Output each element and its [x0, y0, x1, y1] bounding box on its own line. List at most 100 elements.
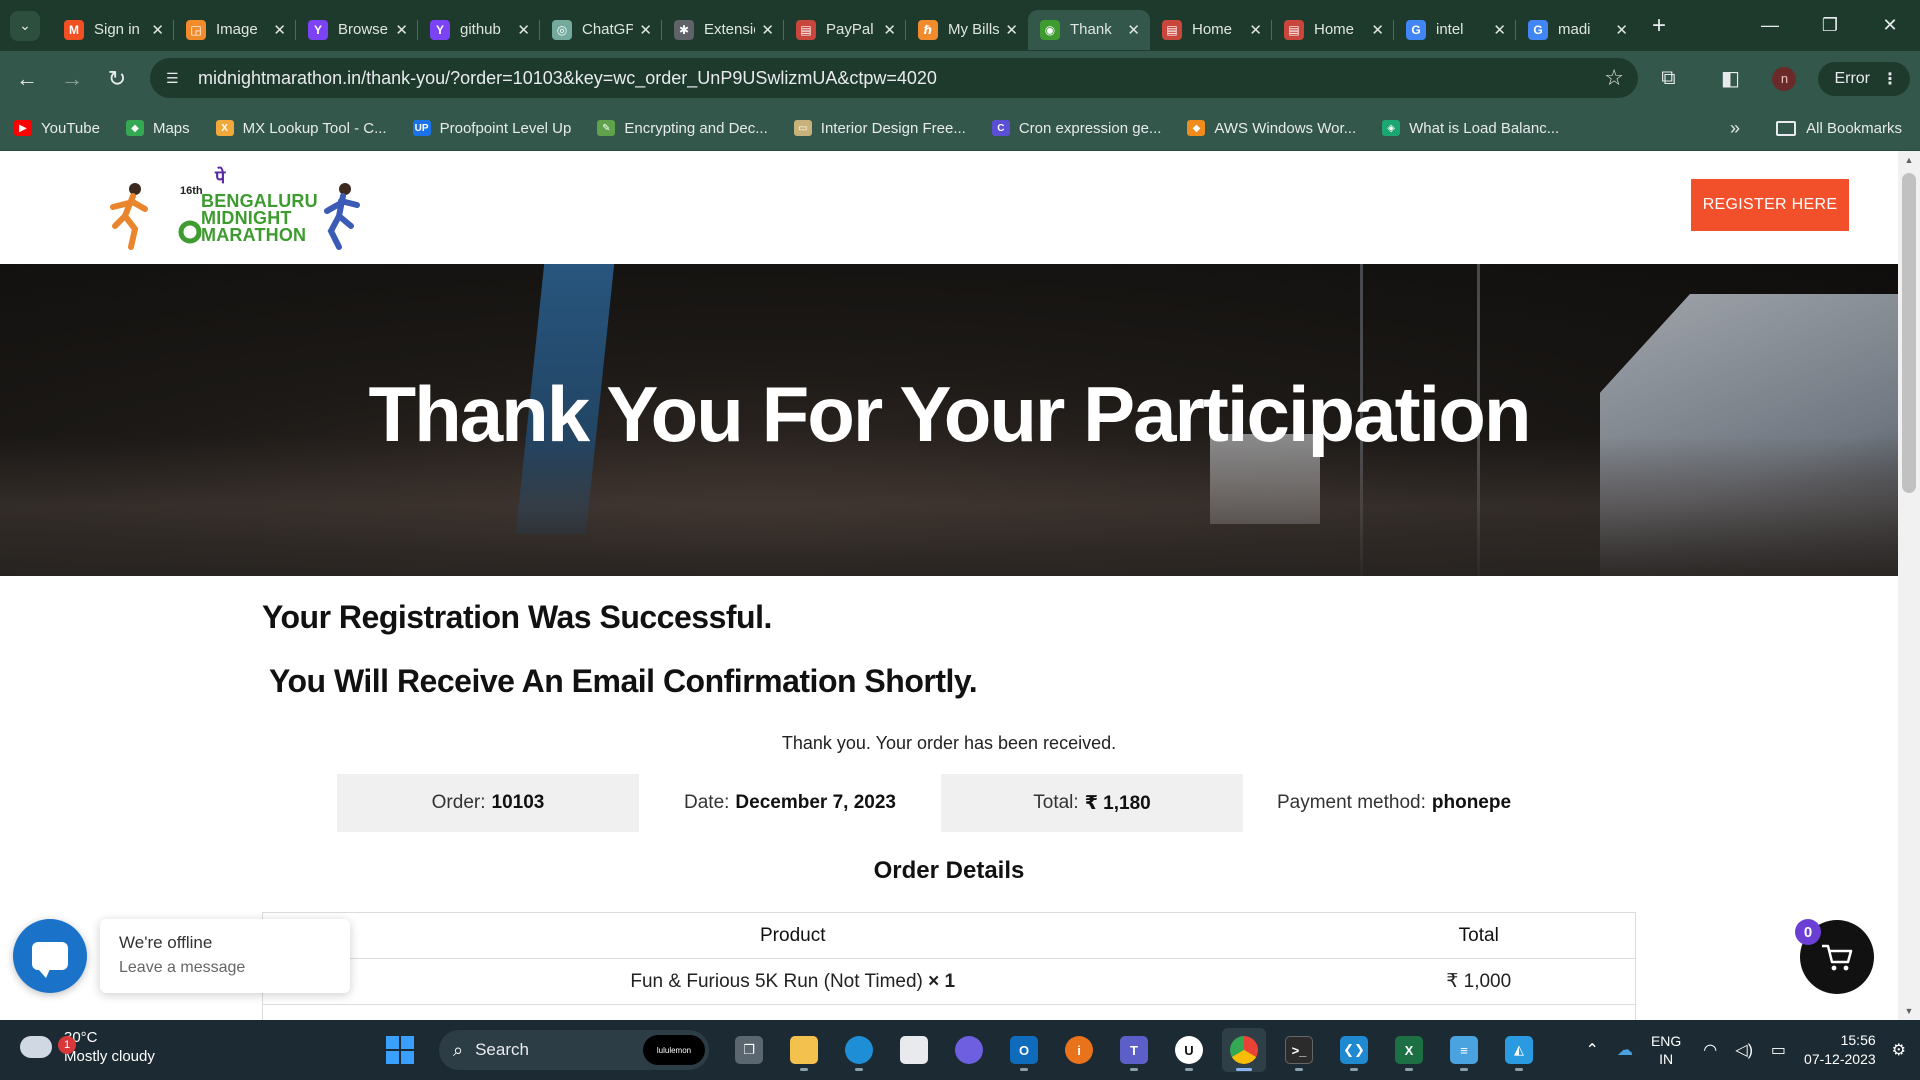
chat-offline-card[interactable]: We're offline Leave a message — [100, 919, 350, 993]
tab-close-icon[interactable]: ✕ — [883, 21, 896, 39]
bookmark-item[interactable]: X MX Lookup Tool - C... — [215, 120, 387, 137]
all-bookmarks-button[interactable]: All Bookmarks — [1776, 120, 1902, 137]
browser-tab[interactable]: Gintel ✕ — [1393, 10, 1516, 50]
tab-title: Home — [1314, 21, 1355, 38]
taskbar-search[interactable]: ⌕ Search lululemon — [439, 1030, 709, 1070]
excel-button[interactable]: X — [1387, 1028, 1431, 1072]
order-total-cell: Total: ₹ 1,180 — [941, 774, 1243, 832]
tab-search-chevron-icon[interactable]: ⌄ — [10, 10, 40, 41]
taskbar-apps: ⌕ Search lululemon ❐ O i T U >_ ❮❯ X ≡ ◭ — [378, 1020, 1552, 1080]
new-tab-plus-icon[interactable]: + — [1652, 12, 1666, 40]
notepad-button[interactable]: ≡ — [1442, 1028, 1486, 1072]
side-panel-icon[interactable]: ◧ — [1710, 66, 1750, 91]
tab-favicon-icon: ◲ — [186, 19, 206, 40]
bookmark-item[interactable]: UP Proofpoint Level Up — [412, 120, 571, 137]
tab-close-icon[interactable]: ✕ — [1005, 21, 1018, 39]
restore-icon[interactable]: ❐ — [1800, 15, 1860, 36]
register-here-button[interactable]: REGISTER HERE — [1691, 179, 1849, 231]
marathon-logo[interactable]: पे 16th BENGALURU MIDNIGHT MARATHON — [105, 163, 385, 258]
scrollbar-thumb[interactable] — [1902, 173, 1916, 493]
outlook-button[interactable]: O — [1002, 1028, 1046, 1072]
scroll-down-arrow-icon[interactable]: ▼ — [1898, 1006, 1920, 1016]
cart-icon — [1822, 944, 1853, 971]
tab-close-icon[interactable]: ✕ — [151, 21, 164, 39]
product-name[interactable]: Fun & Furious 5K Run (Not Timed) — [630, 971, 923, 992]
start-button[interactable] — [378, 1028, 422, 1072]
extensions-puzzle-icon[interactable]: ⧉ — [1648, 67, 1688, 90]
order-total-label: Total: — [1033, 792, 1079, 813]
volume-icon[interactable]: ◁) — [1735, 1040, 1753, 1060]
bookmark-item[interactable]: ▭ Interior Design Free... — [793, 120, 966, 137]
browser-tab[interactable]: ◎ ChatGPT ✕ — [539, 10, 662, 50]
tab-close-icon[interactable]: ✕ — [273, 21, 286, 39]
store-button[interactable] — [892, 1028, 936, 1072]
u-app-button[interactable]: U — [1167, 1028, 1211, 1072]
browser-tab[interactable]: ◉ Thank ✕ — [1028, 9, 1150, 50]
show-hidden-icons-chevron-icon[interactable]: ⌃ — [1586, 1040, 1599, 1060]
browser-tab[interactable]: Ygithub ✕ — [417, 10, 540, 50]
error-button[interactable]: Error ⋮ — [1818, 61, 1910, 96]
bookmark-item[interactable]: ✎ Encrypting and Dec... — [597, 120, 768, 137]
tab-close-icon[interactable]: ✕ — [1615, 21, 1628, 39]
wifi-icon[interactable]: ◠ — [1703, 1040, 1717, 1060]
bookmark-item[interactable]: C Cron expression ge... — [991, 120, 1161, 137]
bookmark-item[interactable]: ◆ Maps — [125, 120, 190, 137]
copilot-button[interactable] — [947, 1028, 991, 1072]
tab-close-icon[interactable]: ✕ — [1249, 21, 1262, 39]
u-app-icon: U — [1175, 1036, 1203, 1064]
teams-button[interactable]: T — [1112, 1028, 1156, 1072]
edge-button[interactable] — [837, 1028, 881, 1072]
browser-tab[interactable]: ℏ My Bills ✕ — [905, 10, 1028, 50]
browser-tab[interactable]: Gmadi ✕ — [1515, 10, 1638, 50]
order-date-cell: Date: December 7, 2023 — [639, 774, 941, 832]
terminal-button[interactable]: >_ — [1277, 1028, 1321, 1072]
browser-tab[interactable]: ▤ Home ✕ — [1150, 10, 1272, 50]
reload-icon[interactable]: ↻ — [99, 61, 135, 97]
url-text[interactable]: midnightmarathon.in/thank-you/?order=101… — [198, 68, 937, 89]
photos-button[interactable]: ◭ — [1497, 1028, 1541, 1072]
browser-tab[interactable]: ▤ PayPal ✕ — [783, 10, 906, 50]
scroll-up-arrow-icon[interactable]: ▲ — [1898, 155, 1920, 165]
browser-tab[interactable]: M Sign in ✕ — [52, 10, 174, 50]
page-scrollbar[interactable]: ▲ ▼ — [1898, 151, 1920, 1020]
bookmark-item[interactable]: ◈ What is Load Balanc... — [1382, 120, 1559, 137]
site-info-icon[interactable]: ☰ — [166, 70, 186, 87]
info-app-button[interactable]: i — [1057, 1028, 1101, 1072]
task-view-button[interactable]: ❐ — [727, 1028, 771, 1072]
tab-close-icon[interactable]: ✕ — [1493, 21, 1506, 39]
bookmark-favicon-icon: UP — [412, 120, 431, 136]
email-confirmation-heading: You Will Receive An Email Confirmation S… — [269, 663, 978, 699]
tab-title: madi — [1558, 21, 1591, 38]
tab-close-icon[interactable]: ✕ — [761, 21, 774, 39]
browser-tab[interactable]: ▤ Home ✕ — [1271, 10, 1394, 50]
bookmark-item[interactable]: ◆ AWS Windows Wor... — [1187, 120, 1356, 137]
browser-tab[interactable]: Y Browse ✕ — [295, 10, 418, 50]
notifications-bell-icon[interactable]: ⚙ — [1892, 1040, 1906, 1060]
weather-widget[interactable]: 1 30°C Mostly cloudy — [20, 1028, 155, 1066]
tab-close-icon[interactable]: ✕ — [517, 21, 530, 39]
forward-arrow-icon[interactable]: → — [54, 61, 90, 97]
tab-close-icon[interactable]: ✕ — [395, 21, 408, 39]
profile-avatar[interactable]: n — [1772, 66, 1797, 91]
bookmark-item[interactable]: ▶ YouTube — [14, 120, 100, 137]
close-window-icon[interactable]: ✕ — [1860, 15, 1920, 36]
battery-icon[interactable]: ▭ — [1771, 1040, 1786, 1060]
language-indicator[interactable]: ENG IN — [1651, 1032, 1681, 1068]
browser-tab[interactable]: ◲ Image ✕ — [173, 10, 296, 50]
minimize-icon[interactable]: — — [1740, 15, 1800, 36]
address-bar[interactable]: ☰ midnightmarathon.in/thank-you/?order=1… — [150, 58, 1638, 98]
file-explorer-button[interactable] — [782, 1028, 826, 1072]
bookmark-label: AWS Windows Wor... — [1214, 119, 1357, 137]
bookmark-star-icon[interactable]: ☆ — [1604, 65, 1624, 91]
tab-close-icon[interactable]: ✕ — [639, 21, 652, 39]
clock[interactable]: 15:56 07-12-2023 — [1804, 1031, 1876, 1069]
tab-close-icon[interactable]: ✕ — [1371, 21, 1384, 39]
tab-close-icon[interactable]: ✕ — [1127, 21, 1140, 39]
live-chat-button[interactable] — [13, 919, 87, 993]
onedrive-cloud-icon[interactable]: ☁ — [1617, 1040, 1633, 1060]
chrome-button[interactable] — [1222, 1028, 1266, 1072]
browser-tab[interactable]: ✱ Extensions ✕ — [661, 10, 784, 50]
back-arrow-icon[interactable]: ← — [9, 61, 45, 97]
more-bookmarks-chevron-icon[interactable]: » — [1730, 118, 1740, 139]
vscode-button[interactable]: ❮❯ — [1332, 1028, 1376, 1072]
